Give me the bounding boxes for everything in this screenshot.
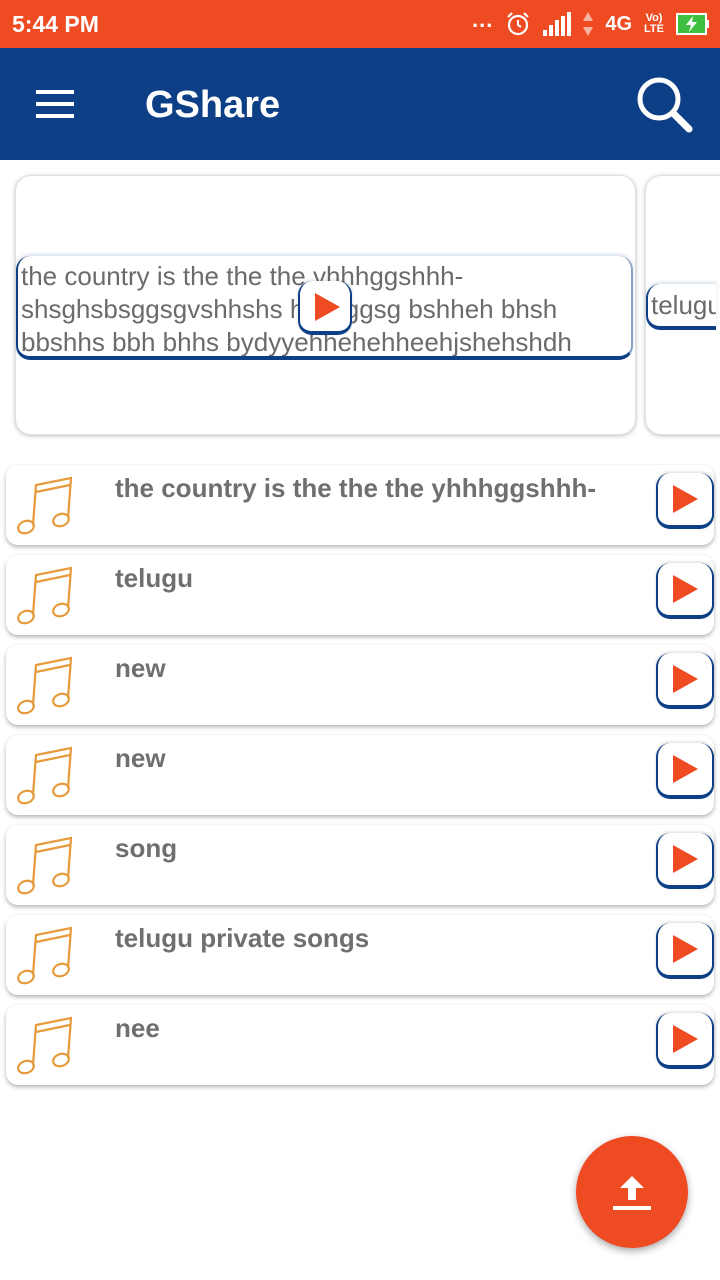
volte-icon: Vo) LTE: [644, 13, 664, 35]
featured-play-button[interactable]: [298, 281, 352, 335]
menu-icon[interactable]: [36, 88, 76, 120]
search-icon[interactable]: [634, 74, 694, 134]
song-row[interactable]: new: [6, 735, 714, 815]
featured-card-text: the country is the the the yhhhggshhh-sh…: [21, 261, 572, 357]
play-icon: [673, 935, 698, 963]
music-note-icon: [17, 926, 73, 985]
network-type: 4G: [605, 12, 633, 35]
music-note-icon: [17, 656, 73, 715]
play-icon: [673, 845, 698, 873]
song-row[interactable]: telugu private songs: [6, 915, 714, 995]
song-title: telugu: [115, 563, 193, 593]
featured-card-2-text-box: telugu: [646, 284, 716, 330]
play-button[interactable]: [656, 1013, 714, 1069]
upload-icon: [613, 1176, 651, 1210]
app-title: GShare: [145, 84, 281, 126]
play-icon: [673, 575, 698, 603]
play-icon: [673, 755, 698, 783]
play-icon: [673, 665, 698, 693]
music-note-icon: [17, 566, 73, 625]
play-icon: [315, 293, 340, 321]
song-row[interactable]: nee: [6, 1005, 714, 1085]
play-button[interactable]: [656, 923, 714, 979]
play-button[interactable]: [656, 653, 714, 709]
notification-dots: ...: [472, 7, 494, 32]
play-icon: [673, 1025, 698, 1053]
data-arrows-icon: [583, 12, 594, 36]
song-title: song: [115, 833, 178, 863]
featured-card-2-text: telugu: [651, 290, 716, 320]
status-icons: ... 4G Vo) LTE: [472, 7, 710, 40]
status-time: 5:44 PM: [12, 11, 99, 37]
song-row[interactable]: telugu: [6, 555, 714, 635]
play-button[interactable]: [656, 743, 714, 799]
featured-card[interactable]: the country is the the the yhhhggshhh-sh…: [15, 175, 636, 435]
music-note-icon: [17, 1016, 73, 1075]
song-title: new: [115, 743, 166, 773]
song-title: nee: [115, 1013, 160, 1043]
upload-button[interactable]: [576, 1136, 688, 1248]
music-note-icon: [17, 476, 73, 535]
play-icon: [673, 485, 698, 513]
status-bar: 5:44 PM ... 4G Vo) LTE: [0, 0, 720, 48]
song-row[interactable]: the country is the the the yhhhggshhh-: [6, 465, 714, 545]
song-title: new: [115, 653, 166, 683]
alarm-icon: [507, 12, 530, 36]
battery-charging-icon: [676, 13, 709, 35]
volte-bottom: LTE: [644, 23, 664, 35]
play-button[interactable]: [656, 563, 714, 619]
song-title: telugu private songs: [115, 923, 370, 953]
music-note-icon: [17, 746, 73, 805]
song-title: the country is the the the yhhhggshhh-: [115, 473, 596, 503]
play-button[interactable]: [656, 833, 714, 889]
app-bar: GShare: [0, 48, 720, 160]
featured-card-2[interactable]: telugu: [645, 175, 720, 435]
play-button[interactable]: [656, 473, 714, 529]
signal-icon: [543, 12, 572, 36]
song-row[interactable]: new: [6, 645, 714, 725]
song-row[interactable]: song: [6, 825, 714, 905]
music-note-icon: [17, 836, 73, 895]
